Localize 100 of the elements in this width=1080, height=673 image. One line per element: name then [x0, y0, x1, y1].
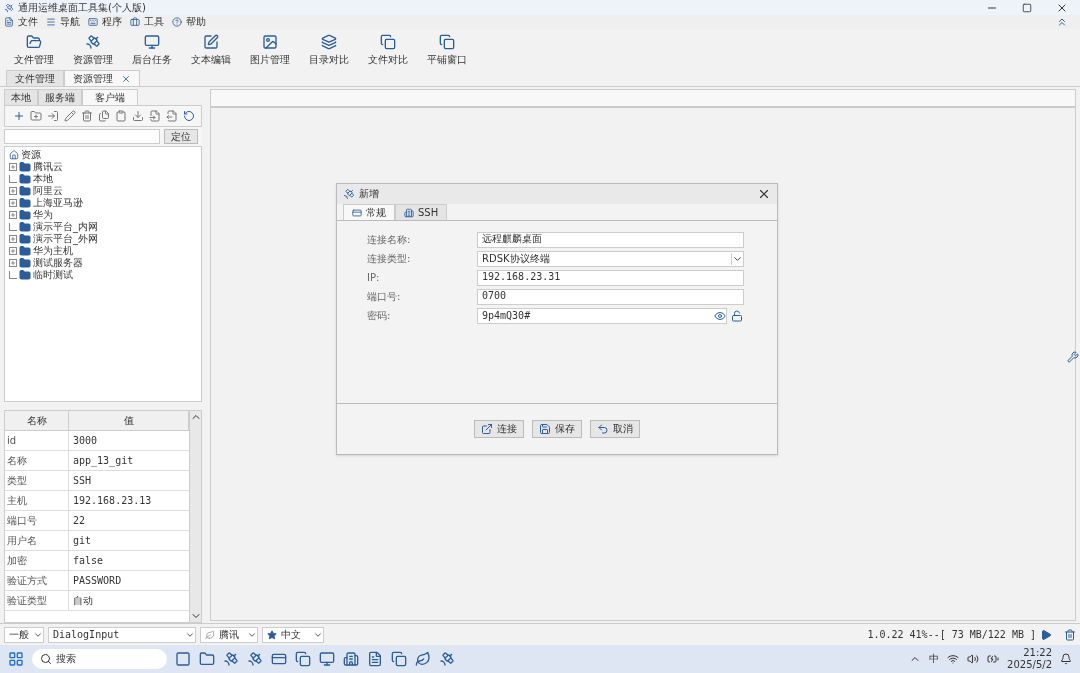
search-field[interactable]: [4, 129, 160, 144]
expand-icon[interactable]: [9, 259, 17, 267]
menu-item[interactable]: 程序: [102, 16, 122, 28]
window-icon[interactable]: [175, 651, 191, 667]
folder-icon: [19, 185, 31, 197]
menu-item[interactable]: 帮助: [186, 16, 206, 28]
play-icon[interactable]: [1040, 628, 1052, 641]
refresh-icon[interactable]: [183, 110, 195, 122]
download-icon[interactable]: [132, 110, 144, 122]
card-icon[interactable]: [271, 651, 287, 667]
tree-item[interactable]: 测试服务器: [33, 257, 83, 269]
paste-icon[interactable]: [115, 110, 127, 122]
layers-icon: [320, 34, 337, 50]
tree-item[interactable]: 腾讯云: [33, 161, 63, 173]
document-tab[interactable]: 文件管理: [6, 70, 64, 86]
pencil-icon[interactable]: [64, 110, 76, 122]
expand-icon[interactable]: [9, 247, 17, 255]
trash-icon[interactable]: [1064, 628, 1076, 641]
toolbar-button[interactable]: 后台任务: [122, 34, 181, 66]
collapse-icon[interactable]: [1056, 16, 1068, 28]
type-dropdown[interactable]: RDSK协议终端: [477, 251, 744, 267]
expand-icon[interactable]: [9, 235, 17, 243]
input-field[interactable]: 192.168.23.31: [477, 270, 744, 286]
restore-icon[interactable]: [1022, 2, 1032, 13]
toolbar-button[interactable]: 资源管理: [63, 34, 122, 66]
expand-icon[interactable]: [9, 187, 17, 195]
field-label: 连接类型:: [367, 253, 412, 265]
dialog-tab[interactable]: 常规: [343, 204, 395, 220]
wrench-icon[interactable]: [1067, 351, 1079, 363]
menu-item[interactable]: 导航: [60, 16, 80, 28]
dialog-button[interactable]: 连接: [474, 420, 524, 438]
document-tab[interactable]: 资源管理: [64, 70, 140, 86]
tree-item[interactable]: 临时测试: [33, 269, 73, 281]
locate-button[interactable]: 定位: [164, 129, 198, 144]
building-icon[interactable]: [343, 651, 359, 667]
tree-item[interactable]: 资源: [21, 149, 41, 161]
lock-icon[interactable]: [731, 310, 743, 322]
toolbar-button[interactable]: 文件对比: [358, 34, 417, 66]
dialog-tab[interactable]: SSH: [395, 204, 448, 220]
volume-icon[interactable]: [967, 653, 980, 665]
side-tab[interactable]: 客户端: [82, 89, 138, 105]
tree-item[interactable]: 华为: [33, 209, 53, 221]
expand-icon[interactable]: [9, 211, 17, 219]
file-export-icon[interactable]: [166, 110, 178, 122]
tree-item[interactable]: 演示平台_内网: [33, 221, 98, 233]
ime-indicator[interactable]: 中: [929, 653, 940, 665]
satellite-icon[interactable]: [223, 651, 239, 667]
folder-icon[interactable]: [199, 651, 215, 667]
leaf-icon[interactable]: [415, 651, 431, 667]
satellite-icon[interactable]: [439, 651, 455, 667]
undo-icon: [597, 423, 609, 435]
monitor-icon: [143, 34, 160, 50]
toolbar-button[interactable]: 平铺窗口: [417, 34, 476, 66]
tree-item[interactable]: 华为主机: [33, 245, 73, 257]
battery-icon[interactable]: [987, 653, 1000, 665]
menu-item[interactable]: 工具: [144, 16, 164, 28]
expand-icon[interactable]: [9, 163, 17, 171]
column-header[interactable]: 名称: [5, 411, 69, 430]
copy-icon[interactable]: [391, 651, 407, 667]
satellite-icon[interactable]: [247, 651, 263, 667]
folder-plus-icon[interactable]: [30, 110, 42, 122]
tree-item[interactable]: 本地: [33, 173, 53, 185]
menu-item[interactable]: 文件: [18, 16, 38, 28]
tree-item[interactable]: 阿里云: [33, 185, 63, 197]
input-field[interactable]: 远程麒麟桌面: [477, 232, 744, 248]
eye-icon[interactable]: [714, 310, 726, 322]
table-cell: 验证方式: [5, 571, 69, 590]
document-icon[interactable]: [367, 651, 383, 667]
trash-icon[interactable]: [81, 110, 93, 122]
file-import-icon[interactable]: [149, 110, 161, 122]
scrollbar[interactable]: [189, 411, 201, 622]
folder-icon: [19, 269, 31, 281]
plus-icon[interactable]: [13, 110, 25, 122]
monitor-icon[interactable]: [319, 651, 335, 667]
password-field[interactable]: 9p4mQ30#: [477, 308, 727, 324]
copy-icon[interactable]: [98, 110, 110, 122]
toolbar-button[interactable]: 文件管理: [4, 34, 63, 66]
clock-time[interactable]: 21:22: [1023, 647, 1052, 659]
import-icon[interactable]: [47, 110, 59, 122]
dialog-button[interactable]: 保存: [532, 420, 582, 438]
expand-icon[interactable]: [9, 199, 17, 207]
taskbar-search[interactable]: 搜索: [56, 653, 76, 665]
copy-icon[interactable]: [295, 651, 311, 667]
toolbar-button[interactable]: 图片管理: [240, 34, 299, 66]
side-tab[interactable]: 本地: [4, 89, 38, 105]
tree-item[interactable]: 演示平台_外网: [33, 233, 98, 245]
toolbar-button[interactable]: 文本编辑: [181, 34, 240, 66]
dialog-button[interactable]: 取消: [590, 420, 640, 438]
clock-date[interactable]: 2025/5/2: [1007, 659, 1052, 671]
toolbar-button[interactable]: 目录对比: [299, 34, 358, 66]
star-icon: [267, 629, 277, 640]
input-field[interactable]: 0700: [477, 289, 744, 305]
tree-item[interactable]: 上海亚马逊: [33, 197, 83, 209]
close-icon[interactable]: [757, 187, 771, 201]
search-icon: [40, 653, 52, 665]
folder-icon: [19, 233, 31, 245]
side-tab[interactable]: 服务端: [38, 89, 82, 105]
notification-icon[interactable]: [1060, 653, 1072, 665]
start-icon[interactable]: [8, 651, 24, 667]
wifi-icon[interactable]: [947, 653, 960, 665]
